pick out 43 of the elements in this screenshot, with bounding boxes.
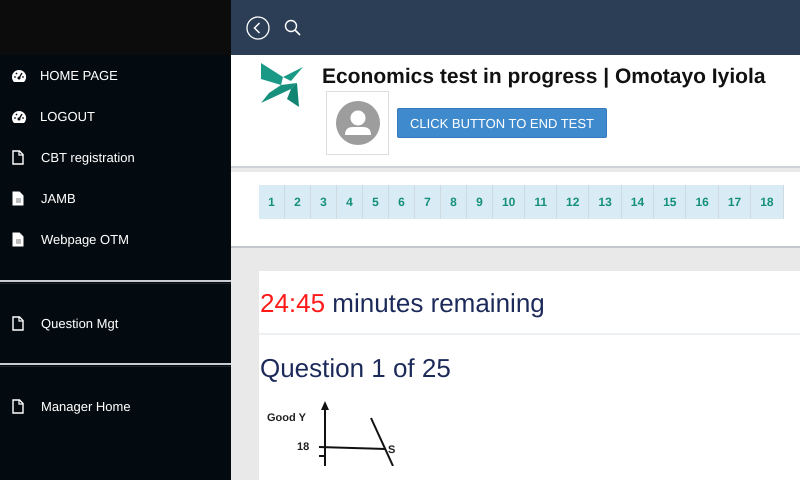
question-number-button[interactable]: 11 xyxy=(525,185,558,219)
search-icon[interactable] xyxy=(284,19,301,36)
sidebar-item[interactable]: Question Mgt xyxy=(0,303,231,344)
point-label: S xyxy=(388,444,396,456)
logo-icon xyxy=(261,63,303,107)
axis-label: Good Y xyxy=(267,412,306,424)
sidebar-item[interactable]: LOGOUT xyxy=(0,96,231,137)
question-number-button[interactable]: 2 xyxy=(285,185,311,219)
question-number-button[interactable]: 15 xyxy=(654,185,686,219)
document-icon xyxy=(12,399,24,414)
document-icon xyxy=(12,191,24,206)
question-number-button[interactable]: 13 xyxy=(589,185,622,219)
question-number-button[interactable]: 5 xyxy=(363,185,389,219)
sidebar-item[interactable]: HOME PAGE xyxy=(0,55,231,96)
sidebar-item[interactable]: CBT registration xyxy=(0,137,231,178)
question-number-button[interactable]: 7 xyxy=(415,185,441,219)
question-number-button[interactable]: 6 xyxy=(389,185,415,219)
page-title: Economics test in progress | Omotayo Iyiola xyxy=(322,65,766,89)
end-test-button[interactable]: CLICK BUTTON TO END TEST xyxy=(397,108,607,138)
document-icon xyxy=(12,150,24,165)
timer-text: 24:45 minutes remaining xyxy=(259,271,800,335)
question-heading: Question 1 of 25 xyxy=(259,352,452,384)
document-icon xyxy=(12,316,24,331)
question-number-button[interactable]: 18 xyxy=(751,185,784,219)
avatar-icon xyxy=(336,101,380,145)
question-number-button[interactable]: 14 xyxy=(622,185,654,219)
question-number-button[interactable]: 8 xyxy=(441,185,467,219)
question-number-button[interactable]: 3 xyxy=(311,185,337,219)
sidebar-item[interactable]: JAMB xyxy=(0,178,231,219)
question-number-button[interactable]: 17 xyxy=(718,185,752,219)
question-number-button[interactable]: 9 xyxy=(467,185,493,219)
document-icon xyxy=(12,232,24,247)
question-number-button[interactable]: 10 xyxy=(493,185,526,219)
tick-label: 18 xyxy=(297,441,310,453)
question-number-button[interactable]: 1 xyxy=(259,185,285,219)
back-icon[interactable] xyxy=(246,16,270,40)
question-number-button[interactable]: 4 xyxy=(337,185,363,219)
question-number-button[interactable]: 16 xyxy=(686,185,719,219)
question-number-button[interactable]: 12 xyxy=(557,185,590,219)
dashboard-icon xyxy=(11,110,27,124)
dashboard-icon xyxy=(11,68,27,82)
sidebar-item[interactable]: Manager Home xyxy=(0,386,231,427)
sidebar-item[interactable]: Webpage OTM xyxy=(0,219,231,260)
